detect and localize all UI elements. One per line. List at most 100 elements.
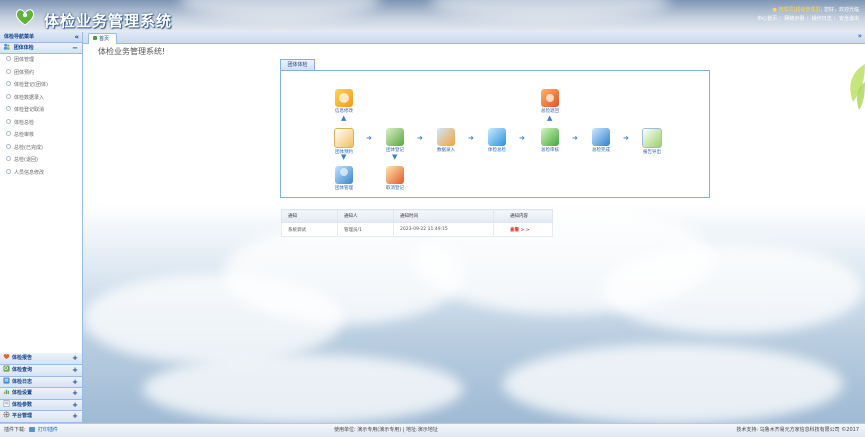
- sidebar-title: 体检导航菜单: [4, 34, 35, 40]
- log-link[interactable]: 操作日志: [812, 16, 832, 22]
- flow-node-group-manage[interactable]: 团体管理: [326, 166, 362, 191]
- sidebar-group-team-exam[interactable]: 团体体检 −: [0, 43, 82, 54]
- flow-panel: 信息修改 总检退回 ▲ ▲ 团体预约 ➜ 团体登记 ➜ 数据录入 ➜ 体检总检 …: [280, 70, 710, 198]
- flow-node-total-done[interactable]: 总检完成: [583, 128, 619, 153]
- sidebar-group-report[interactable]: 体检报告 +: [0, 353, 82, 366]
- printer-icon: [29, 427, 36, 432]
- tab-scroll-icon[interactable]: »: [858, 32, 862, 40]
- expand-group-icon[interactable]: +: [72, 377, 78, 388]
- tab-bar: 首页 »: [83, 32, 865, 44]
- arrow-up-icon: ▲: [341, 114, 347, 122]
- footer-org-info: 使用单位: 演示专用(演示专用) | 地址:演示地址: [334, 427, 438, 433]
- collapse-sidebar-icon[interactable]: «: [74, 32, 79, 42]
- home-link[interactable]: 中心首页: [757, 16, 777, 22]
- expand-group-icon[interactable]: +: [72, 365, 78, 376]
- data-entry-icon: [437, 128, 455, 146]
- done-icon: [592, 128, 610, 146]
- flow-node-group-booking[interactable]: 团体预约: [326, 128, 362, 155]
- sidebar-item-person-modify[interactable]: 人员信息修改: [0, 167, 82, 180]
- sidebar-group-label: 体检报告: [12, 355, 33, 362]
- bullet-icon: [6, 106, 11, 111]
- flow-node-cancel-register[interactable]: 取消登记: [377, 166, 413, 191]
- footer-plugin: 插件下载: 打印插件: [4, 424, 58, 437]
- flow-node-data-entry[interactable]: 数据录入: [428, 128, 464, 153]
- heart-icon: [3, 354, 10, 360]
- sidebar-item-exam-register[interactable]: 体检登记(团体): [0, 79, 82, 92]
- user-icon: ●: [772, 7, 777, 13]
- log-icon: [3, 377, 10, 384]
- booking-icon: [334, 128, 354, 148]
- sidebar-item-label: 团体预约: [14, 69, 35, 76]
- sidebar-item-total-review[interactable]: 总检审核: [0, 129, 82, 142]
- sidebar-group-query[interactable]: 体检查询 +: [0, 365, 82, 377]
- chart-icon: [3, 389, 10, 395]
- bullet-icon: [6, 68, 11, 74]
- flow-node-info-modify[interactable]: 信息修改: [326, 89, 362, 114]
- sidebar-item-label: 体检登记取消: [14, 107, 45, 113]
- search-icon: [3, 365, 10, 372]
- sidebar-item-data-entry[interactable]: 体检数据录入: [0, 92, 82, 105]
- flow-node-total-return[interactable]: 总检退回: [532, 89, 568, 114]
- export-icon: [642, 128, 662, 148]
- logout-link[interactable]: 安全退出: [839, 16, 859, 22]
- home-icon: [93, 36, 97, 40]
- sidebar-item-total-return[interactable]: 总检(退回): [0, 154, 82, 167]
- bullet-icon: [6, 56, 11, 61]
- sidebar-item-total-done[interactable]: 总检(已完成): [0, 142, 82, 155]
- flow-node-total-review[interactable]: 总检审核: [532, 128, 568, 153]
- bullet-icon: [6, 156, 11, 161]
- greeting-text: 您好，欢迎光临: [823, 7, 859, 13]
- user-name[interactable]: 管理员[超级管理员]: [778, 7, 822, 13]
- flow-node-exam-total[interactable]: 体检总检: [479, 128, 515, 153]
- tab-home[interactable]: 首页: [88, 33, 117, 44]
- exam-icon: [488, 128, 506, 146]
- sidebar-bottom-groups: 体检报告 + 体检查询 + 体检日志 + 体检设置 + 体检参数 + 平台管理 +: [0, 353, 82, 423]
- sidebar-group-label: 体检查询: [12, 367, 33, 374]
- sidebar-item-label: 总检审核: [14, 132, 35, 138]
- flow-node-report-export[interactable]: 报告导出: [634, 128, 670, 155]
- notice-content-cell: 查看 > >: [493, 222, 553, 237]
- sidebar-group-params[interactable]: 体检参数 +: [0, 399, 82, 412]
- sidebar-group-platform[interactable]: 平台管理 +: [0, 411, 82, 423]
- sidebar-item-exam-total[interactable]: 体检总检: [0, 117, 82, 130]
- sidebar-group-settings[interactable]: 体检设置 +: [0, 388, 82, 400]
- sidebar-group-log[interactable]: 体检日志 +: [0, 376, 82, 389]
- sidebar-item-label: 团体管理: [14, 57, 35, 63]
- arrow-right-icon: ➜: [623, 134, 629, 142]
- main-content: 体检业务管理系统! 团体体检 信息修改 总检退回 ▲ ▲ 团体预约 ➜ 团体登记…: [83, 44, 865, 423]
- arrow-down-icon: ▼: [341, 153, 347, 161]
- document-icon: [3, 399, 10, 407]
- flow-node-group-register[interactable]: 团体登记: [377, 128, 413, 153]
- expand-group-icon[interactable]: +: [72, 411, 78, 422]
- expand-group-icon[interactable]: +: [72, 353, 78, 364]
- expand-group-icon[interactable]: +: [72, 400, 78, 411]
- notice-person: 管理员/1: [337, 222, 394, 237]
- notice-col-person: 通知人: [337, 209, 394, 223]
- table-row: 系统调试 管理员/1 2023-09-22 11:49:15 查看 > >: [281, 222, 553, 237]
- flow-tab-team-exam[interactable]: 团体体检: [280, 59, 315, 70]
- bullet-icon: [6, 131, 11, 136]
- bullet-icon: [6, 118, 11, 124]
- notice-col-content: 通知内容: [493, 209, 553, 223]
- arrow-right-icon: ➜: [468, 134, 474, 142]
- sidebar-item-label: 总检(退回): [14, 157, 38, 163]
- user-info: ● 管理员[超级管理员] 您好，欢迎光临 中心首页 | 网络示例 | 操作日志 | 安…: [757, 7, 859, 22]
- sidebar-item-group-manage[interactable]: 团体管理: [0, 54, 82, 67]
- expand-group-icon[interactable]: +: [72, 388, 78, 399]
- footer: 插件下载: 打印插件 使用单位: 演示专用(演示专用) | 地址:演示地址 技术…: [0, 423, 865, 437]
- plugin-label: 插件下载:: [4, 427, 26, 433]
- view-notice-link[interactable]: 查看 > >: [510, 228, 530, 233]
- arrow-up-icon: ▲: [547, 114, 553, 122]
- bullet-icon: [6, 81, 11, 86]
- sidebar: 体检导航菜单 « 团体体检 − 团体管理 团体预约 体检登记(团体) 体检数据录…: [0, 32, 83, 423]
- network-link[interactable]: 网络示例: [784, 16, 804, 22]
- bullet-icon: [6, 93, 11, 99]
- group-manage-icon: [335, 166, 353, 184]
- notice-title: 系统调试: [281, 222, 338, 237]
- plugin-download-link[interactable]: 打印插件: [38, 427, 58, 433]
- footer-support: 技术支持: 乌鲁木齐易元方家信息科技有限公司 ©2017: [736, 427, 859, 433]
- arrow-down-icon: ▼: [392, 153, 398, 161]
- sidebar-item-register-cancel[interactable]: 体检登记取消: [0, 104, 82, 117]
- sidebar-item-group-booking[interactable]: 团体预约: [0, 67, 82, 80]
- collapse-group-icon[interactable]: −: [72, 43, 78, 53]
